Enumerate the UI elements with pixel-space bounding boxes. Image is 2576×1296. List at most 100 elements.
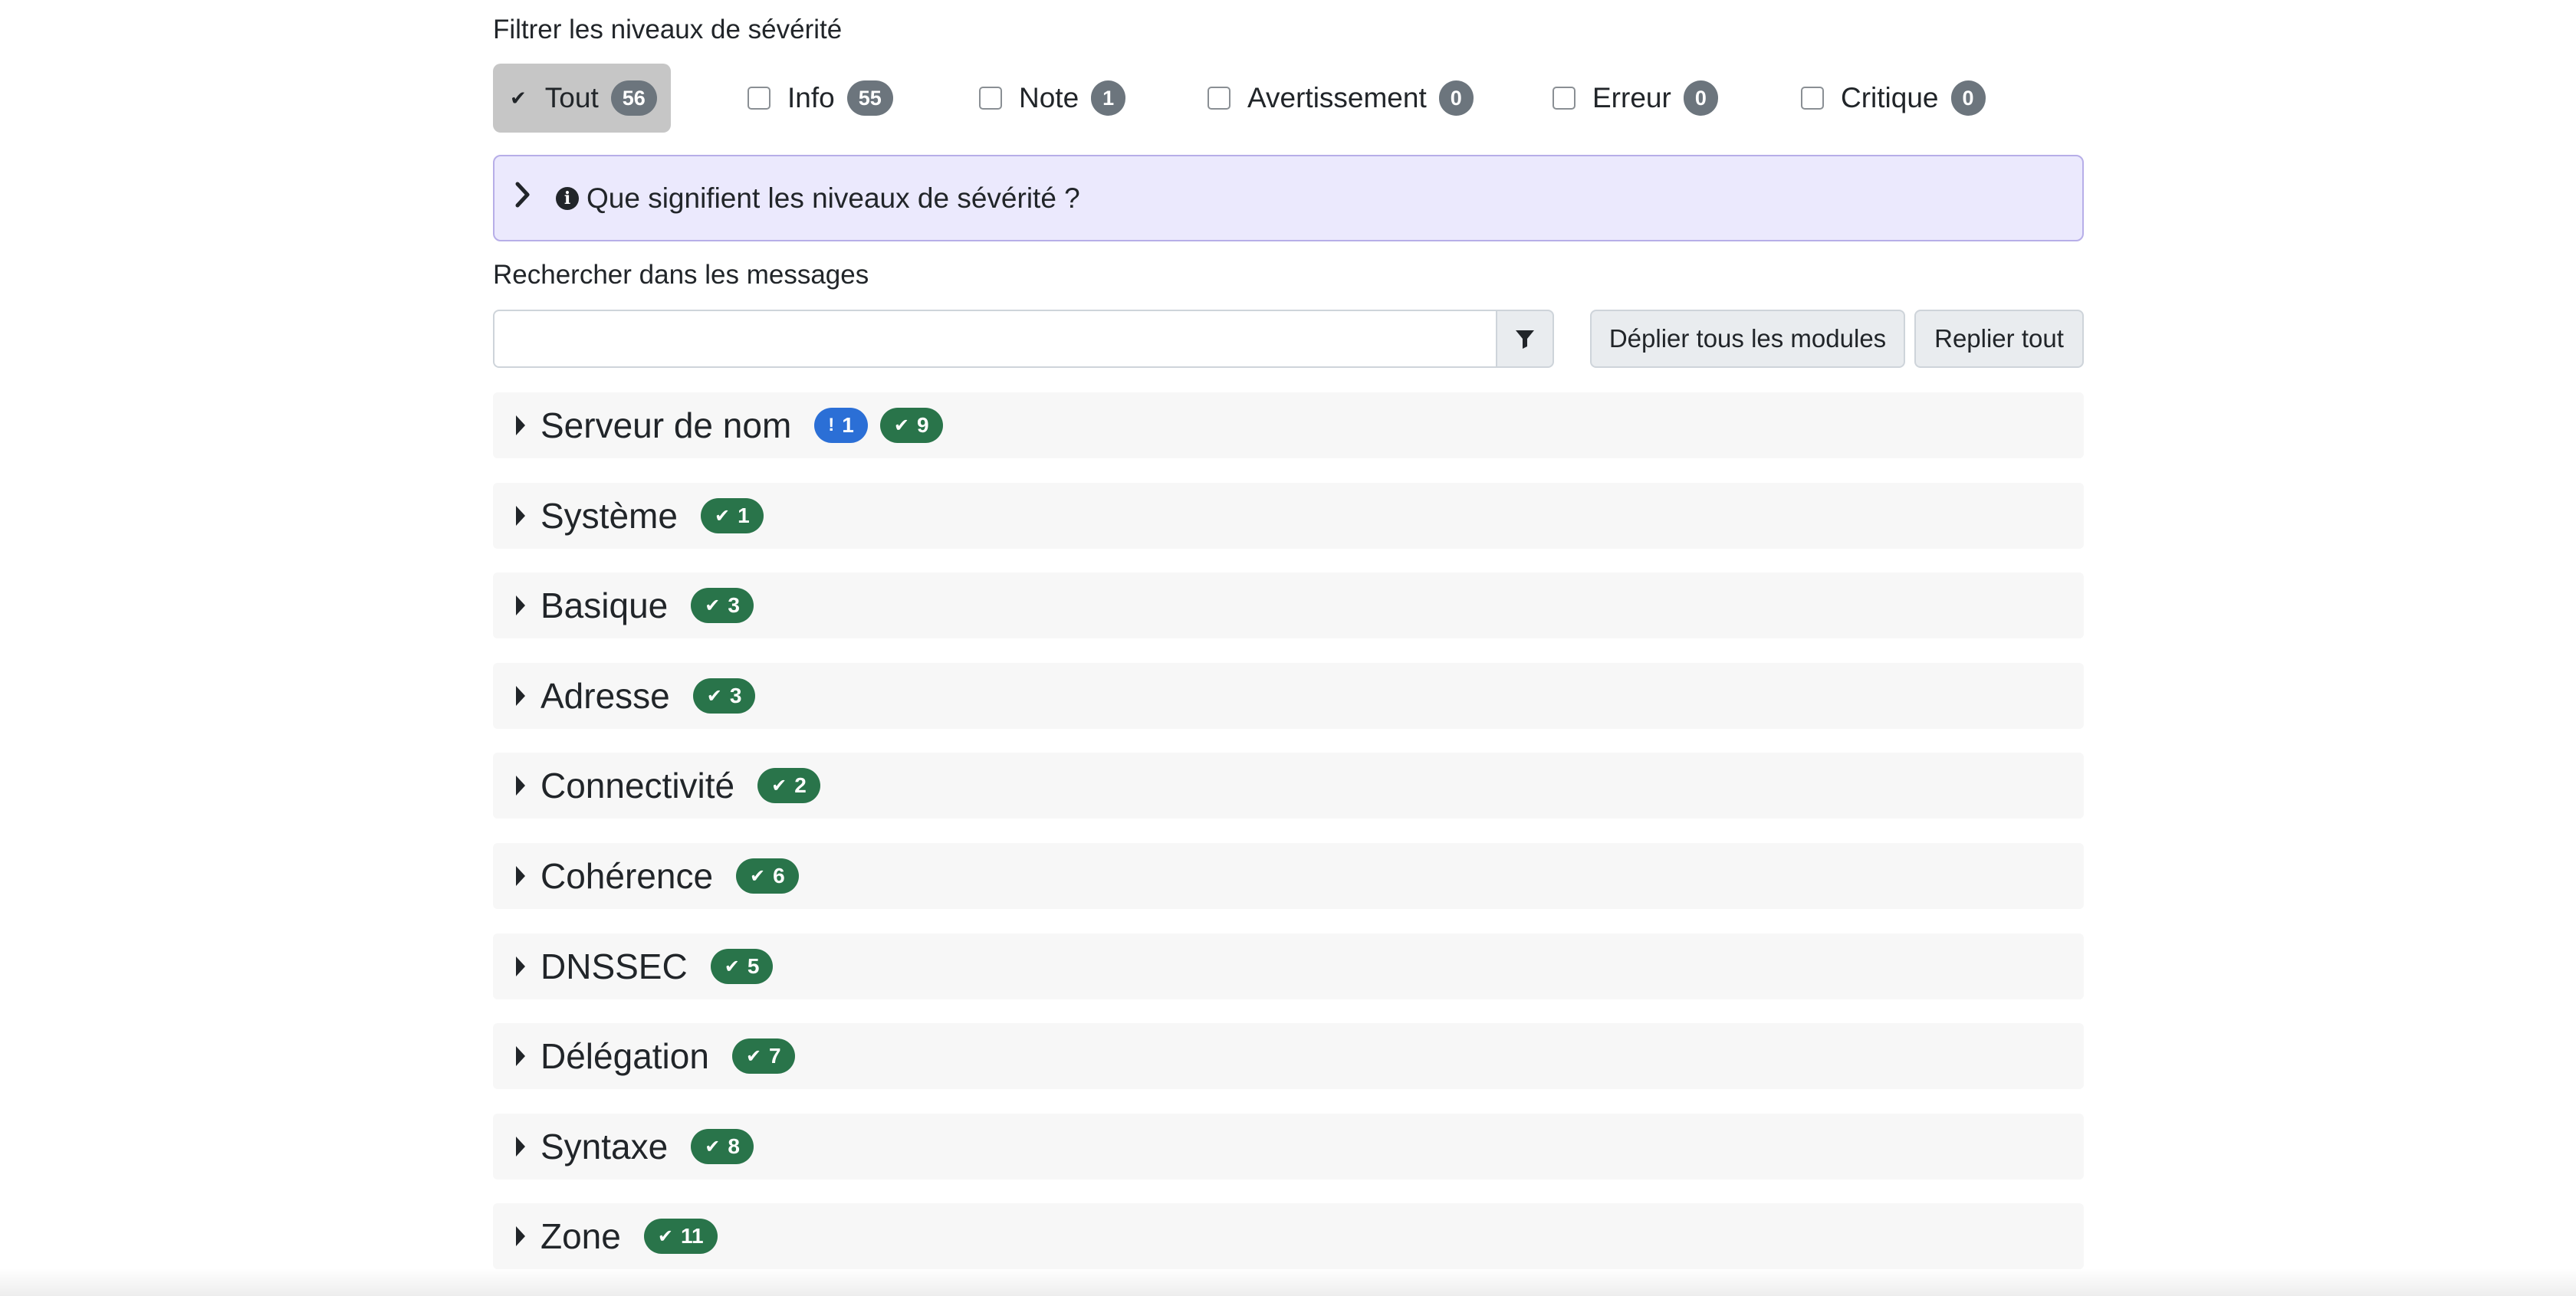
module-row-dnssec[interactable]: DNSSEC ✔ 5 bbox=[493, 933, 2084, 999]
filter-label: Critique bbox=[1841, 82, 1939, 113]
check-icon: ✔ bbox=[705, 595, 721, 616]
check-icon: ✔ bbox=[705, 1136, 721, 1157]
filter-note-toggle[interactable]: Note 1 bbox=[979, 64, 1126, 133]
ok-count-badge: ✔ 1 bbox=[700, 498, 764, 533]
module-name: Système bbox=[540, 496, 678, 536]
collapse-all-button[interactable]: Replier tout bbox=[1914, 310, 2084, 368]
filter-count-badge: 1 bbox=[1091, 80, 1126, 116]
badge-count: 2 bbox=[794, 773, 807, 797]
module-name: Délégation bbox=[540, 1036, 709, 1076]
module-row-nameserver[interactable]: Serveur de nom ! 1 ✔ 9 bbox=[493, 392, 2084, 458]
ok-count-badge: ✔ 6 bbox=[736, 858, 799, 894]
module-row-consistency[interactable]: Cohérence ✔ 6 bbox=[493, 843, 2084, 909]
ok-count-badge: ✔ 5 bbox=[710, 949, 774, 984]
filter-count-badge: 0 bbox=[1950, 80, 1986, 116]
filter-all-toggle[interactable]: ✔ Tout 56 bbox=[493, 64, 671, 133]
badge-count: 1 bbox=[842, 413, 854, 437]
ok-count-badge: ✔ 3 bbox=[692, 678, 756, 714]
search-input[interactable] bbox=[493, 310, 1496, 368]
module-name: Connectivité bbox=[540, 766, 735, 805]
ok-count-badge: ✔ 11 bbox=[643, 1219, 718, 1254]
check-icon: ✔ bbox=[893, 415, 909, 436]
ok-count-badge: ✔ 9 bbox=[879, 408, 943, 443]
filter-icon bbox=[1516, 330, 1534, 349]
search-group bbox=[493, 310, 1554, 368]
check-icon: ✔ bbox=[714, 505, 731, 527]
severity-help-toggle[interactable]: i Que signifient les niveaux de sévérité… bbox=[493, 155, 2084, 241]
filter-checkbox[interactable] bbox=[1208, 87, 1230, 110]
badge-count: 3 bbox=[728, 593, 740, 617]
badge-count: 5 bbox=[747, 954, 760, 978]
module-name: Cohérence bbox=[540, 856, 714, 896]
caret-right-icon bbox=[516, 1226, 525, 1246]
filter-label: Info bbox=[787, 82, 835, 113]
filter-count-badge: 55 bbox=[846, 80, 893, 116]
module-name: Adresse bbox=[540, 676, 670, 716]
caret-right-icon bbox=[516, 686, 525, 706]
check-icon: ✔ bbox=[750, 865, 766, 887]
caret-right-icon bbox=[516, 866, 525, 886]
module-name: Syntaxe bbox=[540, 1127, 669, 1166]
caret-right-icon bbox=[516, 956, 525, 976]
filter-count-badge: 0 bbox=[1683, 80, 1718, 116]
check-icon: ✔ bbox=[510, 86, 527, 110]
filter-count-badge: 56 bbox=[610, 80, 657, 116]
check-icon: ✔ bbox=[706, 685, 722, 707]
module-row-system[interactable]: Système ✔ 1 bbox=[493, 483, 2084, 549]
module-row-syntax[interactable]: Syntaxe ✔ 8 bbox=[493, 1114, 2084, 1180]
filter-label: Tout bbox=[544, 82, 599, 113]
caret-right-icon bbox=[516, 1137, 525, 1157]
module-name: Basique bbox=[540, 586, 669, 625]
exclamation-icon: ! bbox=[828, 415, 835, 435]
module-row-address[interactable]: Adresse ✔ 3 bbox=[493, 663, 2084, 729]
badge-count: 8 bbox=[728, 1134, 740, 1158]
ok-count-badge: ✔ 8 bbox=[691, 1129, 754, 1164]
badge-count: 7 bbox=[769, 1044, 781, 1068]
check-icon: ✔ bbox=[771, 775, 787, 796]
filter-label: Avertissement bbox=[1247, 82, 1427, 113]
filter-title: Filtrer les niveaux de sévérité bbox=[493, 15, 843, 44]
filter-label: Erreur bbox=[1592, 82, 1671, 113]
severity-help-text: Que signifient les niveaux de sévérité ? bbox=[586, 182, 1080, 214]
module-row-delegation[interactable]: Délégation ✔ 7 bbox=[493, 1023, 2084, 1089]
severity-filter-group: ✔ Tout 56 Info 55 Note 1 Avertissement 0… bbox=[493, 64, 2084, 133]
filter-checkbox[interactable] bbox=[1552, 87, 1576, 110]
badge-count: 6 bbox=[773, 864, 785, 888]
filter-critical-toggle[interactable]: Critique 0 bbox=[1801, 64, 1986, 133]
filter-count-badge: 0 bbox=[1438, 80, 1474, 116]
module-row-connectivity[interactable]: Connectivité ✔ 2 bbox=[493, 753, 2084, 819]
ok-count-badge: ✔ 2 bbox=[757, 768, 820, 803]
module-row-zone[interactable]: Zone ✔ 11 bbox=[493, 1203, 2084, 1269]
module-name: DNSSEC bbox=[540, 947, 688, 986]
check-icon: ✔ bbox=[724, 956, 740, 977]
caret-right-icon bbox=[516, 776, 525, 796]
caret-right-icon bbox=[516, 596, 525, 615]
module-name: Serveur de nom bbox=[540, 405, 792, 445]
caret-right-icon bbox=[516, 1046, 525, 1066]
badge-count: 9 bbox=[916, 413, 929, 437]
filter-error-toggle[interactable]: Erreur 0 bbox=[1552, 64, 1718, 133]
expand-all-button[interactable]: Déplier tous les modules bbox=[1590, 310, 1905, 368]
caret-right-icon bbox=[516, 415, 525, 435]
module-row-basic[interactable]: Basique ✔ 3 bbox=[493, 573, 2084, 638]
filter-warning-toggle[interactable]: Avertissement 0 bbox=[1208, 64, 1474, 133]
filter-button[interactable] bbox=[1496, 310, 1554, 368]
badge-count: 11 bbox=[680, 1224, 704, 1248]
chevron-right-icon bbox=[514, 181, 545, 216]
filter-info-toggle[interactable]: Info 55 bbox=[748, 64, 893, 133]
bottom-fade bbox=[0, 1268, 2576, 1296]
caret-right-icon bbox=[516, 506, 525, 526]
check-icon: ✔ bbox=[657, 1225, 673, 1247]
filter-label: Note bbox=[1019, 82, 1079, 113]
filter-checkbox[interactable] bbox=[748, 87, 770, 110]
check-icon: ✔ bbox=[745, 1045, 762, 1067]
warning-count-badge: ! 1 bbox=[814, 408, 868, 443]
filter-checkbox[interactable] bbox=[979, 87, 1002, 110]
info-circle-icon: i bbox=[556, 186, 579, 210]
ok-count-badge: ✔ 3 bbox=[691, 588, 754, 623]
filter-checkbox[interactable] bbox=[1801, 87, 1824, 110]
badge-count: 3 bbox=[729, 684, 742, 707]
badge-count: 1 bbox=[738, 504, 750, 527]
ok-count-badge: ✔ 7 bbox=[731, 1038, 795, 1074]
module-name: Zone bbox=[540, 1216, 621, 1256]
